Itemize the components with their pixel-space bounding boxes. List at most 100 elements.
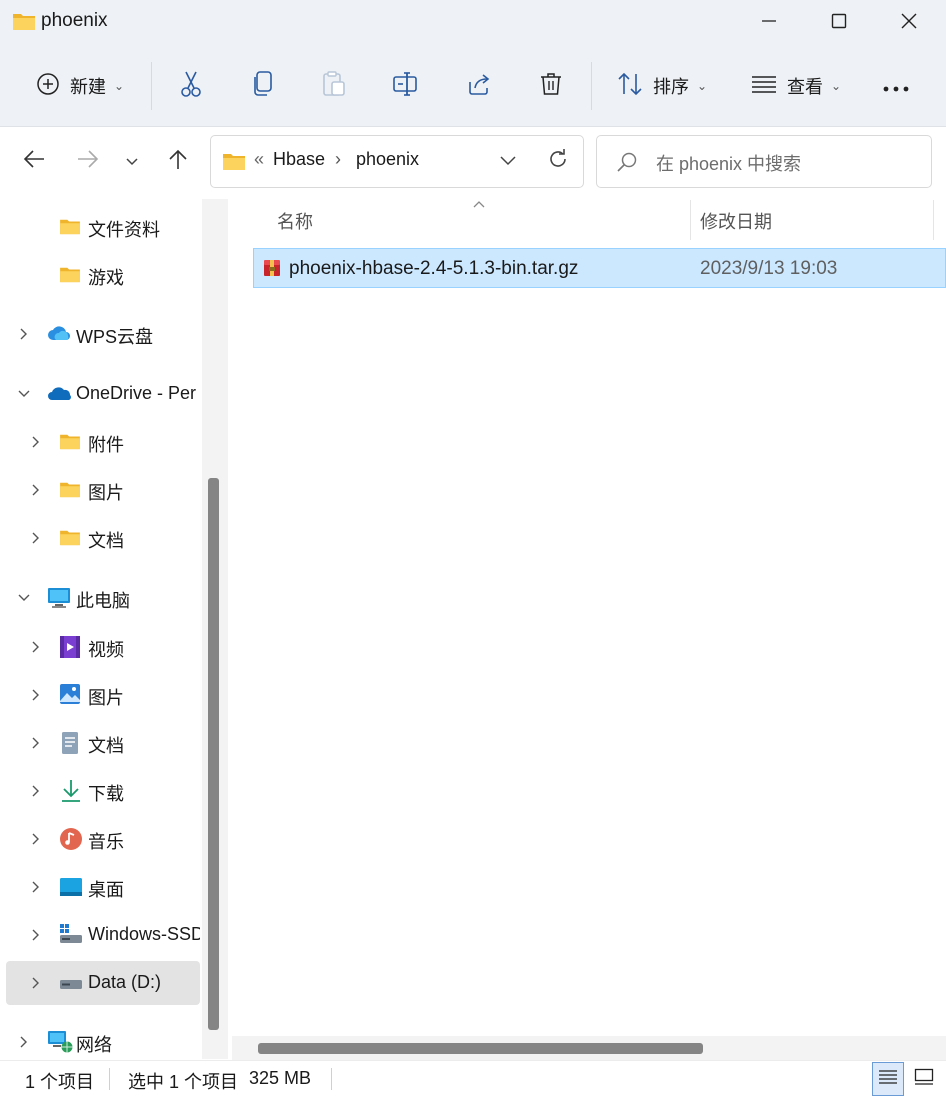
sidebar-item-pictures[interactable]: 图片 xyxy=(6,673,200,717)
sidebar-item-label: 下载 xyxy=(88,784,124,804)
chevron-right-icon[interactable] xyxy=(27,926,45,944)
chevron-right-icon[interactable] xyxy=(15,1033,33,1051)
breadcrumb-separator: › xyxy=(335,149,341,169)
paste-button[interactable] xyxy=(311,62,357,110)
refresh-button[interactable] xyxy=(544,147,572,175)
sidebar-item-label: Windows-SSD xyxy=(88,924,200,944)
chevron-right-icon[interactable] xyxy=(27,878,45,896)
sidebar-item-downloads[interactable]: 下载 xyxy=(6,769,200,813)
column-header-name[interactable]: 名称 xyxy=(277,208,313,234)
copy-button[interactable] xyxy=(240,62,286,110)
plus-circle-icon xyxy=(36,72,60,101)
view-button-label: 查看 xyxy=(786,77,823,97)
column-divider[interactable] xyxy=(933,200,934,240)
sidebar-item-attachments[interactable]: 附件 xyxy=(6,420,200,464)
sidebar-item-windows-ssd[interactable]: Windows-SSD xyxy=(6,913,200,957)
back-button[interactable] xyxy=(14,141,54,181)
chevron-right-icon[interactable] xyxy=(27,830,45,848)
details-view-icon xyxy=(878,1069,898,1090)
view-button[interactable]: 查看 ⌄ xyxy=(740,62,852,110)
search-placeholder[interactable]: 在 phoenix 中搜索 xyxy=(656,150,801,176)
sidebar-item-onedrive-pictures[interactable]: 图片 xyxy=(6,468,200,512)
refresh-icon xyxy=(547,148,569,175)
selection-count: 选中 1 个项目 xyxy=(128,1072,239,1092)
sidebar-item-this-pc[interactable]: 此电脑 xyxy=(6,576,200,620)
maximize-icon xyxy=(831,13,847,34)
chevron-right-icon[interactable] xyxy=(27,433,45,451)
sidebar-item-documents[interactable]: 文档 xyxy=(6,721,200,765)
sidebar-item-videos[interactable]: 视频 xyxy=(6,625,200,669)
rename-icon xyxy=(393,71,419,101)
delete-button[interactable] xyxy=(528,62,574,110)
folder-icon xyxy=(59,432,81,452)
sidebar-item-desktop[interactable]: 桌面 xyxy=(6,865,200,909)
chevron-right-icon[interactable] xyxy=(27,481,45,499)
toolbar-divider xyxy=(151,62,152,110)
sidebar-item-wps-cloud[interactable]: WPS云盘 xyxy=(6,312,200,356)
cut-button[interactable] xyxy=(168,62,214,110)
arrow-up-icon xyxy=(168,148,188,175)
sidebar-item-label: OneDrive - Per xyxy=(76,383,197,403)
window-title: phoenix xyxy=(41,10,108,31)
minimize-button[interactable] xyxy=(734,0,804,46)
new-button-label: 新建 xyxy=(69,77,106,97)
chevron-right-icon[interactable] xyxy=(27,686,45,704)
desktop-icon xyxy=(59,877,82,897)
sort-button-label: 排序 xyxy=(652,77,689,97)
rename-button[interactable] xyxy=(383,62,429,110)
search-icon xyxy=(616,151,638,178)
cloud-icon xyxy=(47,324,70,344)
sidebar-scrollbar-thumb[interactable] xyxy=(208,478,219,1030)
sidebar-item-data-d[interactable]: Data (D:) xyxy=(6,961,200,1005)
copy-icon xyxy=(252,70,274,102)
archive-icon xyxy=(263,259,281,282)
toolbar-divider xyxy=(591,62,592,110)
chevron-right-icon[interactable] xyxy=(27,782,45,800)
chevron-down-icon: ⌄ xyxy=(696,79,708,93)
folder-icon xyxy=(59,265,81,285)
share-button[interactable] xyxy=(456,62,502,110)
sidebar-item-onedrive-documents[interactable]: 文档 xyxy=(6,516,200,560)
chevron-down-icon[interactable] xyxy=(15,385,33,403)
new-button[interactable]: 新建 ⌄ xyxy=(24,62,136,110)
address-dropdown-button[interactable] xyxy=(494,150,522,172)
sidebar-item-label: 图片 xyxy=(88,688,124,708)
breadcrumb-overflow[interactable]: « xyxy=(254,149,264,170)
chevron-down-icon: ⌄ xyxy=(113,79,125,93)
close-button[interactable] xyxy=(874,0,944,46)
more-options-button[interactable] xyxy=(872,62,920,110)
chevron-right-icon[interactable] xyxy=(27,529,45,547)
pictures-icon xyxy=(59,683,81,704)
chevron-right-icon[interactable] xyxy=(27,734,45,752)
onedrive-icon xyxy=(47,385,71,405)
folder-icon xyxy=(222,151,246,176)
arrow-left-icon xyxy=(23,149,45,174)
chevron-right-icon[interactable] xyxy=(27,974,45,992)
column-header-date-modified[interactable]: 修改日期 xyxy=(700,208,772,234)
chevron-down-icon[interactable] xyxy=(15,589,33,607)
breadcrumb-item-phoenix[interactable]: phoenix xyxy=(356,149,419,170)
sidebar-item-games[interactable]: 游戏 xyxy=(6,253,200,297)
sort-button[interactable]: 排序 ⌄ xyxy=(606,62,718,110)
download-icon xyxy=(61,779,83,802)
drive-icon xyxy=(59,923,82,943)
sidebar-item-label: 视频 xyxy=(88,640,124,660)
details-view-button[interactable] xyxy=(872,1062,904,1096)
recent-locations-button[interactable] xyxy=(112,141,152,181)
chevron-right-icon[interactable] xyxy=(27,638,45,656)
breadcrumb-item-hbase[interactable]: Hbase xyxy=(273,149,325,170)
up-button[interactable] xyxy=(158,141,198,181)
sidebar-item-onedrive[interactable]: OneDrive - Per xyxy=(6,372,200,416)
sidebar-item-network[interactable]: 网络 xyxy=(6,1020,200,1064)
large-icons-view-button[interactable] xyxy=(908,1062,940,1096)
sidebar-item-label: WPS云盘 xyxy=(76,327,154,347)
chevron-right-icon[interactable] xyxy=(15,325,33,343)
maximize-button[interactable] xyxy=(804,0,874,46)
horizontal-scrollbar-thumb[interactable] xyxy=(258,1043,703,1054)
forward-button[interactable] xyxy=(68,141,108,181)
navigation-pane: 文件资料 游戏 WPS云盘 OneDrive - Per 附件 图片 文档 此电… xyxy=(0,197,222,1057)
column-divider[interactable] xyxy=(690,200,691,240)
tiles-view-icon xyxy=(914,1068,934,1091)
sidebar-item-files[interactable]: 文件资料 xyxy=(6,205,200,249)
sidebar-item-music[interactable]: 音乐 xyxy=(6,817,200,861)
